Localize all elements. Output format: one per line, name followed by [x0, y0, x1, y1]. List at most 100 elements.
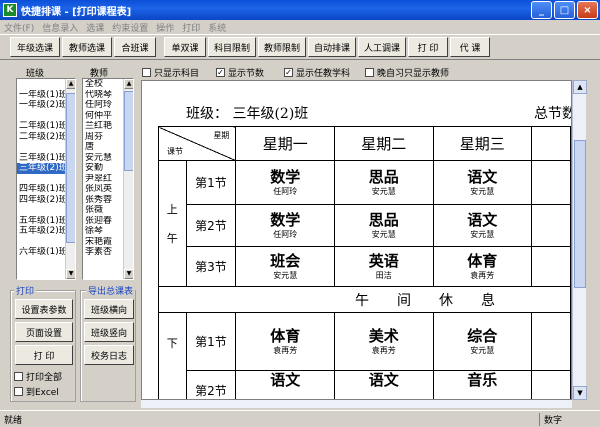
course-cell[interactable]: 语文: [333, 370, 434, 399]
table-row: 第2节 数学 任阿玲 思品 安元慧 语文 安元慧: [159, 204, 571, 247]
maximize-button[interactable]: □: [554, 1, 575, 19]
substitute-button[interactable]: 代 课: [450, 37, 490, 57]
menu-bar: 文件(F) 信息录入 选课 约束设置 操作 打印 系统: [0, 20, 600, 34]
course-cell[interactable]: 思品 安元慧: [333, 204, 434, 247]
grade-course-button[interactable]: 年级选课: [10, 37, 60, 57]
odd-even-button[interactable]: 单双课: [164, 37, 206, 57]
checkbox-box[interactable]: [14, 387, 23, 396]
title-bar: K 快捷排课 - [打印课程表] _ □ ×: [0, 0, 600, 20]
subject-name: 语文: [467, 211, 498, 229]
subject-name: 美术: [368, 327, 399, 345]
teacher-name: 安元慧: [371, 230, 396, 239]
check-icon[interactable]: ✓: [284, 68, 293, 77]
morning-label: 上 午: [158, 160, 187, 287]
show-teaching-subject-checkbox[interactable]: ✓ 显示任教学科: [284, 66, 350, 79]
status-text: 就绪: [0, 412, 540, 426]
menu-course-select[interactable]: 选课: [86, 21, 104, 34]
app-icon: K: [3, 3, 17, 17]
course-cell[interactable]: 美术 袁再芳: [333, 312, 434, 371]
subject-name: 英语: [368, 252, 399, 270]
teacher-limit-button[interactable]: 教师限制: [258, 37, 306, 57]
scroll-down-icon[interactable]: ▼: [66, 269, 75, 279]
checkbox-label: 显示任教学科: [296, 69, 351, 79]
show-periods-checkbox[interactable]: ✓ 显示节数: [216, 66, 264, 79]
checkbox-box[interactable]: [14, 372, 23, 381]
combined-class-button[interactable]: 合班课: [114, 37, 156, 57]
subject-name: 思品: [368, 168, 399, 186]
scroll-up-icon[interactable]: ▲: [124, 79, 133, 89]
teacher-name: 安元慧: [470, 187, 495, 196]
menu-system[interactable]: 系统: [208, 21, 226, 34]
corner-cell: 星期 课节: [157, 126, 237, 161]
teacher-course-button[interactable]: 教师选课: [62, 37, 112, 57]
menu-info-entry[interactable]: 信息录入: [42, 21, 78, 34]
school-log-button[interactable]: 校务日志: [84, 345, 134, 365]
scroll-up-icon[interactable]: ▲: [573, 80, 587, 94]
subject-name: 语文: [368, 371, 399, 389]
period-label: 第3节: [185, 246, 237, 287]
header-row: 星期 课节 星期一 星期二 星期三: [157, 126, 571, 161]
class-vertical-button[interactable]: 班级竖向: [84, 322, 134, 342]
period-label: 第1节: [185, 160, 237, 205]
course-cell[interactable]: 音乐: [432, 370, 533, 399]
class-list-scrollbar[interactable]: ▲ ▼: [65, 79, 75, 279]
auto-schedule-button[interactable]: 自动排课: [308, 37, 356, 57]
teacher-name: 安元慧: [470, 346, 495, 355]
course-cell[interactable]: 语文: [235, 370, 335, 399]
only-subject-checkbox[interactable]: 只显示科目: [142, 66, 199, 79]
page-setup-button[interactable]: 页面设置: [15, 322, 73, 342]
checkbox-label: 只显示科目: [154, 69, 200, 79]
course-cell[interactable]: 数学 任阿玲: [235, 204, 335, 247]
scroll-thumb[interactable]: [124, 91, 133, 171]
check-icon[interactable]: ✓: [216, 68, 225, 77]
course-cell[interactable]: 体育 袁再芳: [432, 246, 533, 287]
timetable-preview: 班级： 三年级(2)班 总节数 星期 课节 星期一 星期二 星期三 上 午 第1…: [141, 80, 572, 400]
print-toolbar-button[interactable]: 打 印: [408, 37, 448, 57]
scroll-thumb[interactable]: [574, 140, 586, 288]
period-corner-label: 课节: [167, 147, 183, 156]
table-settings-button[interactable]: 设置表参数: [15, 299, 73, 319]
scroll-down-icon[interactable]: ▼: [573, 386, 587, 400]
print-group-title: 打印: [14, 284, 37, 297]
teacher-name: 任阿玲: [273, 187, 298, 196]
class-list[interactable]: 一年级(1)班 一年级(2)班 二年级(1)班 二年级(2)班 三年级(1)班 三年级(2…: [16, 78, 76, 280]
course-cell[interactable]: 语文 安元慧: [432, 204, 533, 247]
menu-constraints[interactable]: 约束设置: [112, 21, 148, 34]
class-horizontal-button[interactable]: 班级横向: [84, 299, 134, 319]
course-cell[interactable]: 数学 任阿玲: [235, 160, 335, 205]
period-label: 第2节: [185, 370, 237, 399]
menu-print[interactable]: 打印: [182, 21, 200, 34]
window-title: 快捷排课 - [打印课程表]: [21, 6, 132, 18]
minimize-button[interactable]: _: [531, 1, 552, 19]
preview-horizontal-scrollbar[interactable]: [141, 400, 572, 408]
course-cell[interactable]: 语文 安元慧: [432, 160, 533, 205]
course-cell[interactable]: 体育 袁再芳: [235, 312, 335, 371]
subject-limit-button[interactable]: 科目限制: [208, 37, 256, 57]
checkbox-box[interactable]: [142, 68, 151, 77]
preview-vertical-scrollbar[interactable]: ▲ ▼: [572, 80, 587, 400]
teacher-list[interactable]: 全校 代晓琴 任阿玲 何仲平 兰红艳 周芬唐安元慧 安勤 尹翠红 张凤英 张秀蓉 张薇 张迎春 徐琴 宋艳…: [82, 78, 134, 280]
scroll-up-icon[interactable]: ▲: [66, 79, 75, 89]
teacher-name: 袁再芳: [470, 271, 495, 280]
print-button[interactable]: 打 印: [15, 345, 73, 365]
course-cell[interactable]: 班会 安元慧: [235, 246, 335, 287]
afternoon-label: 下: [158, 312, 187, 399]
to-excel-checkbox[interactable]: 到Excel: [14, 385, 59, 398]
manual-adjust-button[interactable]: 人工调课: [358, 37, 406, 57]
course-cell[interactable]: 思品 安元慧: [333, 160, 434, 205]
menu-file[interactable]: 文件(F): [4, 21, 34, 34]
menu-operation[interactable]: 操作: [156, 21, 174, 34]
print-all-checkbox[interactable]: 打印全部: [14, 370, 62, 383]
course-cell[interactable]: 英语 田洁: [333, 246, 434, 287]
checkbox-box[interactable]: [365, 68, 374, 77]
close-button[interactable]: ×: [577, 1, 598, 19]
course-cell[interactable]: 综合 安元慧: [432, 312, 533, 371]
day-header: 星期二: [333, 126, 434, 161]
day-header: 星期三: [432, 126, 533, 161]
scroll-down-icon[interactable]: ▼: [124, 269, 133, 279]
teacher-name: 田洁: [375, 271, 392, 280]
teacher-list-scrollbar[interactable]: ▲ ▼: [123, 79, 133, 279]
scroll-thumb[interactable]: [66, 93, 75, 243]
evening-teacher-only-checkbox[interactable]: 晚自习只显示教师: [365, 66, 449, 79]
lunch-break-label: 午 间 休 息: [158, 286, 571, 313]
